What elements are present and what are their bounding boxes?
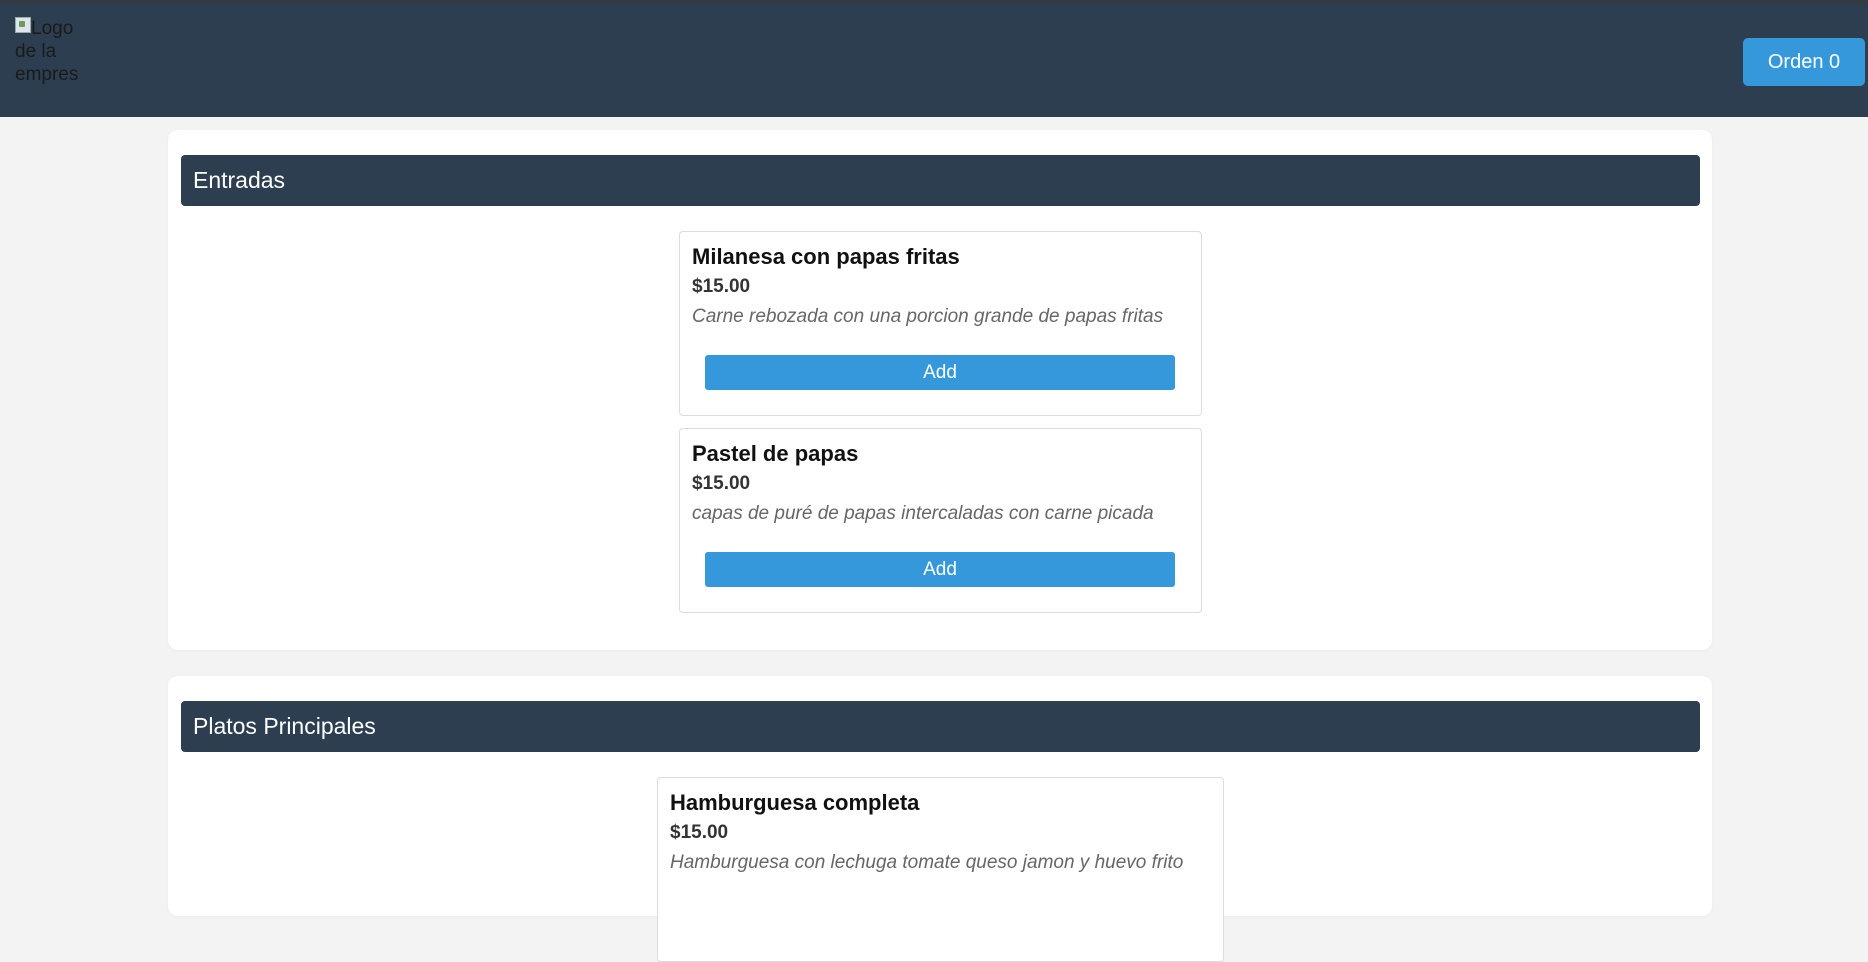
menu-item-name: Hamburguesa completa [670, 790, 920, 815]
add-to-order-button[interactable]: Add [705, 355, 1175, 390]
menu-item-name: Pastel de papas [692, 441, 859, 466]
add-to-order-button[interactable]: Add [705, 552, 1175, 587]
menu-item-description: capas de puré de papas intercaladas con … [692, 503, 1154, 524]
menu-section-platos-principales: Platos Principales Hamburguesa completa … [168, 676, 1712, 962]
broken-image-icon [15, 17, 31, 33]
menu-item-card: Milanesa con papas fritas $15.00 Carne r… [679, 231, 1202, 416]
menu-section-entradas: Entradas Milanesa con papas fritas $15.0… [168, 130, 1712, 650]
menu-item-card: Pastel de papas $15.00 capas de puré de … [679, 428, 1202, 613]
section-title: Platos Principales [181, 701, 1700, 752]
menu-item-description: Carne rebozada con una porcion grande de… [692, 306, 1164, 327]
menu-item-description: Hamburguesa con lechuga tomate queso jam… [670, 852, 1184, 873]
order-button[interactable]: Orden 0 [1743, 38, 1865, 86]
menu-item-price: $15.00 [692, 473, 751, 494]
menu-item-card: Hamburguesa completa $15.00 Hamburguesa … [657, 777, 1224, 962]
menu-item-price: $15.00 [670, 822, 729, 843]
company-logo: Logo de la empresa [15, 17, 78, 107]
menu-item-price: $15.00 [692, 276, 751, 297]
top-navbar: Logo de la empresa Orden 0 [0, 0, 1868, 117]
section-title: Entradas [181, 155, 1700, 206]
menu-item-name: Milanesa con papas fritas [692, 244, 960, 269]
